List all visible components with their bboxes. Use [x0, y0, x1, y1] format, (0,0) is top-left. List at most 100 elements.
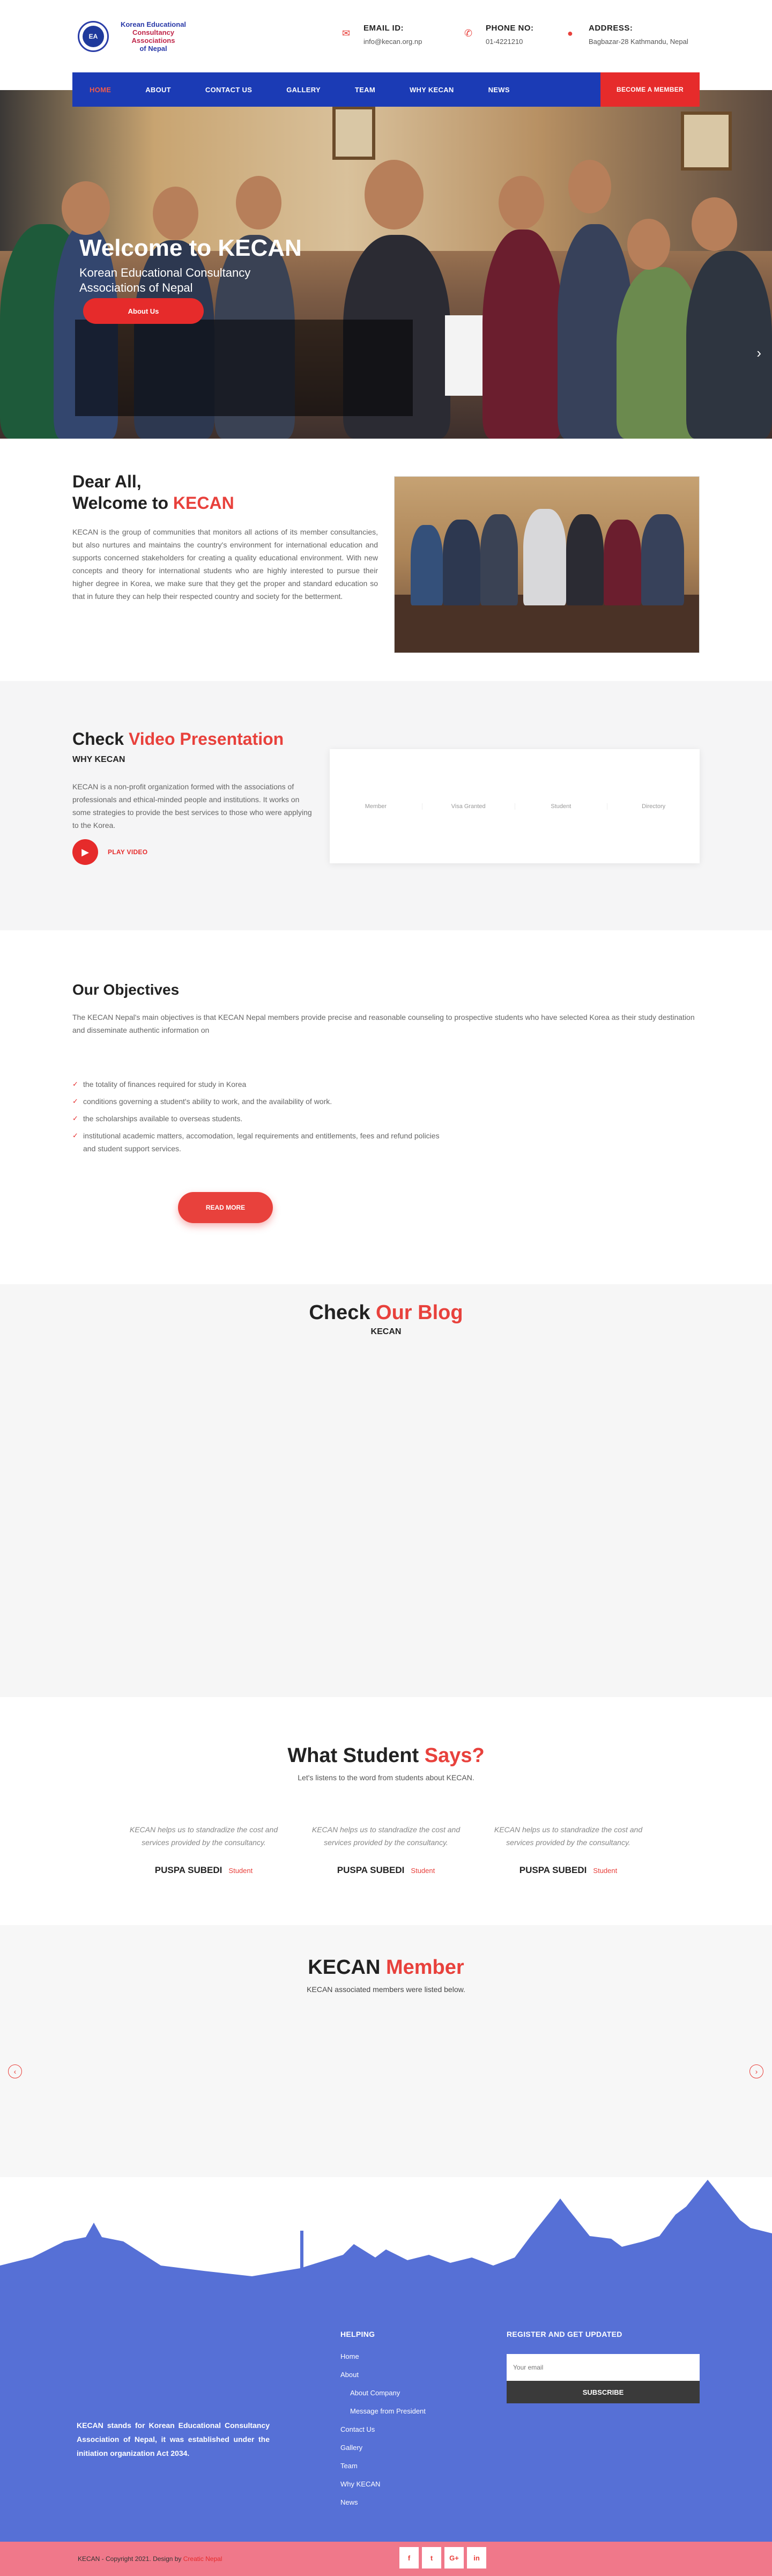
linkedin-icon[interactable]: in — [467, 2547, 486, 2568]
chevron-left-icon[interactable]: ‹ — [8, 2064, 22, 2078]
person-shape — [566, 514, 604, 605]
stat-visa-granted: Visa Granted — [422, 803, 515, 810]
video-heading: Check Video Presentation — [72, 729, 284, 749]
nav-item-home[interactable]: HOME — [72, 86, 128, 94]
footer-link-about-company[interactable]: About Company — [340, 2389, 426, 2407]
person-shape — [523, 509, 566, 605]
top-header: EA Korean Educational Consultancy Associ… — [0, 0, 772, 72]
footer-link-gallery[interactable]: Gallery — [340, 2444, 426, 2462]
logo-text: Korean Educational Consultancy Associati… — [120, 20, 187, 53]
video-text: KECAN is a non-profit organization forme… — [72, 782, 312, 830]
nav-item-gallery[interactable]: GALLERY — [269, 86, 338, 94]
person-shape — [443, 520, 480, 605]
meeting-photo — [394, 476, 700, 653]
footer-about-text: KECAN stands for Korean Educational Cons… — [77, 2421, 270, 2457]
facebook-icon[interactable]: f — [399, 2547, 419, 2568]
testimonials-subheading: Let's listens to the word from students … — [298, 1773, 474, 1782]
nav-item-contact-us[interactable]: CONTACT US — [188, 86, 269, 94]
members-heading: KECAN Member — [308, 1956, 464, 1979]
envelope-icon: ✉ — [342, 28, 351, 39]
nav-item-about[interactable]: ABOUT — [128, 86, 188, 94]
objectives-list: ✓ the totality of finances required for s… — [72, 1078, 448, 1159]
designer-link[interactable]: Creatic Nepal — [183, 2555, 222, 2563]
footer-link-contact[interactable]: Contact Us — [340, 2425, 426, 2444]
footer-helping-heading: HELPING — [340, 2330, 375, 2338]
subscribe-button[interactable]: SUBSCRIBE — [507, 2381, 700, 2403]
person-shape — [604, 520, 641, 605]
nav-item-team[interactable]: TEAM — [338, 86, 392, 94]
person-head — [499, 176, 544, 230]
google-plus-icon[interactable]: G+ — [444, 2547, 464, 2568]
footer-link-why-kecan[interactable]: Why KECAN — [340, 2480, 426, 2498]
person-shape — [411, 525, 443, 605]
person-head — [365, 160, 424, 230]
testimonials-heading: What Student Says? — [287, 1744, 485, 1767]
person-head — [568, 160, 611, 213]
person-head — [627, 219, 670, 270]
stat-directory: Directory — [642, 803, 666, 810]
list-item: ✓ the scholarships available to overseas … — [72, 1112, 448, 1125]
list-item: ✓ institutional academic matters, accomod… — [72, 1129, 448, 1155]
objectives-heading: Our Objectives — [72, 981, 180, 998]
wall-frame — [332, 106, 375, 160]
email-contact: ✉ EMAIL ID: info@kecan.org.np — [342, 24, 422, 46]
person-head — [153, 187, 198, 240]
footer: KECAN stands for Korean Educational Cons… — [0, 2177, 772, 2542]
newsletter-email-input[interactable] — [507, 2354, 700, 2381]
video-subheading: WHY KECAN — [72, 755, 125, 764]
chevron-right-icon[interactable]: › — [749, 2064, 763, 2078]
footer-link-about[interactable]: About — [340, 2371, 426, 2389]
blog-section: Check Our Blog KECAN — [0, 1284, 772, 1697]
check-icon: ✓ — [72, 1131, 78, 1139]
person-head — [62, 181, 110, 235]
person-shape — [480, 514, 518, 605]
chevron-right-icon[interactable]: › — [756, 345, 761, 361]
objectives-intro: The KECAN Nepal's main objectives is tha… — [72, 1013, 695, 1034]
twitter-icon[interactable]: t — [422, 2547, 441, 2568]
hero-subtitle: Korean Educational Consultancy Associati… — [79, 266, 251, 294]
map-pin-icon: ● — [567, 28, 573, 39]
nav-item-news[interactable]: NEWS — [471, 86, 527, 94]
kathmandu-skyline-illustration — [0, 2180, 772, 2292]
copyright-bar: KECAN - Copyright 2021. Design by Creati… — [0, 2542, 772, 2576]
read-more-button[interactable]: READ MORE — [178, 1192, 273, 1223]
address-contact: ● ADDRESS: Bagbazar-28 Kathmandu, Nepal — [567, 24, 688, 46]
footer-links: Home About About Company Message from Pr… — [340, 2352, 426, 2516]
stat-student: Student — [515, 803, 608, 810]
list-item: ✓ conditions governing a student's abilit… — [72, 1095, 448, 1108]
footer-link-team[interactable]: Team — [340, 2462, 426, 2480]
footer-link-news[interactable]: News — [340, 2498, 426, 2516]
testimonial-card: KECAN helps us to standradize the cost a… — [129, 1825, 278, 1875]
footer-register-heading: REGISTER AND GET UPDATED — [507, 2330, 622, 2338]
phone-contact: ✆ PHONE NO: 01-4221210 — [464, 24, 534, 46]
video-section: Check Video Presentation WHY KECAN KECAN… — [0, 681, 772, 930]
footer-link-message-president[interactable]: Message from President — [340, 2407, 426, 2425]
welcome-section: Dear All, Welcome to KECAN KECAN is the … — [0, 439, 772, 681]
about-us-button[interactable]: About Us — [83, 298, 204, 324]
hero-caption-box — [75, 320, 413, 416]
welcome-text: KECAN is the group of communities that m… — [72, 528, 378, 601]
phone-link[interactable]: 01-4221210 — [486, 38, 534, 46]
testimonial-card: KECAN helps us to standradize the cost a… — [311, 1825, 461, 1875]
person-head — [236, 176, 281, 230]
site-logo[interactable]: EA Korean Educational Consultancy Associ… — [78, 20, 194, 53]
footer-link-home[interactable]: Home — [340, 2352, 426, 2371]
phone-icon: ✆ — [464, 28, 473, 39]
objectives-section: Our Objectives The KECAN Nepal's main ob… — [0, 930, 772, 1284]
nav-item-why-kecan[interactable]: WHY KECAN — [392, 86, 471, 94]
members-subheading: KECAN associated members were listed bel… — [307, 1985, 465, 1994]
play-video-button[interactable]: ▶ PLAY VIDEO — [72, 839, 147, 865]
blog-heading: Check Our Blog — [309, 1301, 463, 1324]
hero-title: Welcome to KECAN — [79, 235, 302, 261]
copyright-text: KECAN - Copyright 2021. Design by Creati… — [78, 2555, 222, 2563]
become-member-button[interactable]: BECOME A MEMBER — [600, 72, 700, 107]
wall-frame — [681, 112, 732, 171]
check-icon: ✓ — [72, 1097, 78, 1105]
check-icon: ✓ — [72, 1114, 78, 1122]
person-shape — [641, 514, 684, 605]
play-icon: ▶ — [72, 839, 98, 865]
list-item: ✓ the totality of finances required for s… — [72, 1078, 448, 1091]
testimonial-card: KECAN helps us to standradize the cost a… — [494, 1825, 643, 1875]
person-shape — [482, 230, 563, 439]
email-link[interactable]: info@kecan.org.np — [363, 38, 422, 46]
